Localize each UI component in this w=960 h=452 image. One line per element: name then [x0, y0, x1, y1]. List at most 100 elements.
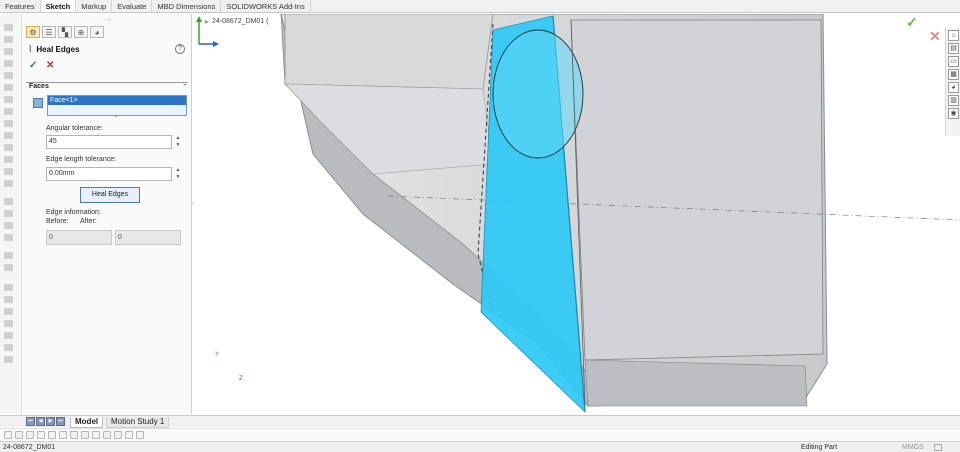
after-label: After:	[80, 218, 97, 225]
tool-icon[interactable]	[4, 234, 13, 241]
faces-selection-box[interactable]: Face<1>	[47, 95, 187, 116]
edge-length-tolerance-input[interactable]: 0.00mm	[46, 167, 172, 181]
after-count-field: 0	[115, 230, 181, 245]
axis-triad	[196, 16, 219, 47]
angular-tolerance-label: Angular tolerance:	[46, 125, 103, 132]
sketch-relation-icon[interactable]	[125, 430, 133, 439]
sketch-mirror-icon[interactable]	[70, 430, 78, 439]
tab-solidworks-addins[interactable]: SOLIDWORKS Add-Ins	[221, 0, 311, 12]
prev-tab-icon[interactable]: ◀	[36, 417, 45, 426]
tool-icon[interactable]	[4, 108, 13, 115]
display-manager-icon[interactable]: ◕	[90, 26, 104, 38]
help-icon[interactable]: ?	[175, 44, 185, 54]
tab-evaluate[interactable]: Evaluate	[112, 0, 153, 12]
tool-icon[interactable]	[4, 120, 13, 127]
graphics-area[interactable]: ▸ 24-08672_DM01 ( ✓ ✕ Y Z	[193, 14, 960, 414]
tool-icon[interactable]	[4, 344, 13, 351]
tool-icon[interactable]	[4, 332, 13, 339]
panel-grip-icon[interactable]: ⁘	[106, 16, 112, 24]
first-tab-icon[interactable]: ⏮	[26, 417, 35, 426]
tool-icon[interactable]	[4, 296, 13, 303]
tool-icon[interactable]	[4, 284, 13, 291]
hole-feature	[492, 29, 584, 159]
tool-icon[interactable]	[4, 144, 13, 151]
sketch-arc-icon[interactable]	[15, 430, 23, 439]
tab-model[interactable]: Model	[70, 417, 104, 428]
faces-section-header[interactable]: Faces	[29, 83, 49, 90]
sketch-pattern-icon[interactable]	[81, 430, 89, 439]
tool-icon[interactable]	[4, 180, 13, 187]
last-tab-icon[interactable]: ⏭	[56, 417, 65, 426]
tool-icon[interactable]	[4, 356, 13, 363]
sketch-circle-icon[interactable]	[37, 430, 45, 439]
next-tab-icon[interactable]: ▶	[46, 417, 55, 426]
configuration-manager-icon[interactable]: ▚	[58, 26, 72, 38]
status-mode: Editing Part	[801, 444, 838, 451]
confirm-ok-icon[interactable]: ✓	[906, 14, 918, 31]
sketch-repair-icon[interactable]	[136, 430, 144, 439]
cancel-button[interactable]: ✕	[46, 60, 54, 71]
before-count-field: 0	[46, 230, 112, 245]
tab-motion-study-1[interactable]: Motion Study 1	[106, 417, 170, 428]
tab-sketch[interactable]: Sketch	[40, 0, 77, 12]
bottom-tab-bar: ⏮ ◀ ▶ ⏭ Model Motion Study 1	[0, 415, 960, 428]
heal-edges-icon: ⌇	[28, 44, 33, 54]
tab-markup[interactable]: Markup	[76, 0, 113, 12]
sketch-extend-icon[interactable]	[103, 430, 111, 439]
tool-icon[interactable]	[4, 222, 13, 229]
sketch-convert-icon[interactable]	[114, 430, 122, 439]
part-side-panel	[570, 19, 824, 361]
tool-icon[interactable]	[4, 156, 13, 163]
appearances-icon[interactable]: ◕	[948, 82, 959, 93]
tab-features[interactable]: Features	[0, 0, 41, 12]
tool-icon[interactable]	[4, 252, 13, 259]
tool-icon[interactable]	[4, 320, 13, 327]
resources-icon[interactable]: ◉	[948, 108, 959, 119]
dimxpert-icon[interactable]: ⊕	[74, 26, 88, 38]
tool-icon[interactable]	[4, 84, 13, 91]
design-library-icon[interactable]: ▤	[948, 43, 959, 54]
sketch-toolbar	[0, 428, 960, 440]
tool-icon[interactable]	[4, 132, 13, 139]
tool-icon[interactable]	[4, 24, 13, 31]
tool-icon[interactable]	[4, 198, 13, 205]
status-bar: 24-08672_DM01 Editing Part MMGS	[0, 441, 960, 452]
collapse-icon[interactable]: ⌃	[182, 83, 188, 91]
sketch-line-icon[interactable]	[4, 430, 12, 439]
heal-edges-button[interactable]: Heal Edges	[80, 187, 140, 203]
tab-mbd-dimensions[interactable]: MBD Dimensions	[152, 0, 222, 12]
view-palette-icon[interactable]: ▦	[948, 69, 959, 80]
sketch-spline-icon[interactable]	[26, 430, 34, 439]
tool-icon[interactable]	[4, 96, 13, 103]
sketch-trim-icon[interactable]	[92, 430, 100, 439]
tool-icon[interactable]	[4, 308, 13, 315]
custom-properties-icon[interactable]: ▥	[948, 95, 959, 106]
status-units[interactable]: MMGS	[902, 442, 924, 452]
tool-icon[interactable]	[4, 72, 13, 79]
faces-list-item[interactable]: Face<1>	[48, 96, 186, 105]
tool-icon[interactable]	[4, 168, 13, 175]
left-toolbar	[0, 14, 22, 414]
task-pane-tabs: ⌂ ▤ ▭ ▦ ◕ ▥ ◉	[945, 28, 960, 136]
ok-button[interactable]: ✓	[29, 60, 37, 71]
tool-icon[interactable]	[4, 60, 13, 67]
command-manager-tabs: Features Sketch Markup Evaluate MBD Dime…	[0, 0, 960, 13]
file-explorer-icon[interactable]: ▭	[948, 56, 959, 67]
angular-tolerance-input[interactable]: 45	[46, 135, 172, 149]
tool-icon[interactable]	[4, 48, 13, 55]
feature-manager-icon[interactable]: ⚙	[26, 26, 40, 38]
model-view[interactable]	[193, 14, 960, 414]
list-resize-grip[interactable]: ▪	[115, 114, 117, 120]
sketch-fillet-icon[interactable]	[48, 430, 56, 439]
angular-tolerance-spinner[interactable]: ▲ ▼	[174, 135, 182, 149]
tool-icon[interactable]	[4, 36, 13, 43]
status-settings-icon[interactable]	[934, 444, 942, 451]
home-icon[interactable]: ⌂	[948, 30, 959, 41]
property-manager-icon[interactable]: ☰	[42, 26, 56, 38]
edge-length-tolerance-label: Edge length tolerance:	[46, 156, 117, 163]
edge-length-tolerance-spinner[interactable]: ▲ ▼	[174, 167, 182, 181]
sketch-offset-icon[interactable]	[59, 430, 67, 439]
confirm-cancel-icon[interactable]: ✕	[929, 28, 941, 45]
tool-icon[interactable]	[4, 264, 13, 271]
tool-icon[interactable]	[4, 210, 13, 217]
